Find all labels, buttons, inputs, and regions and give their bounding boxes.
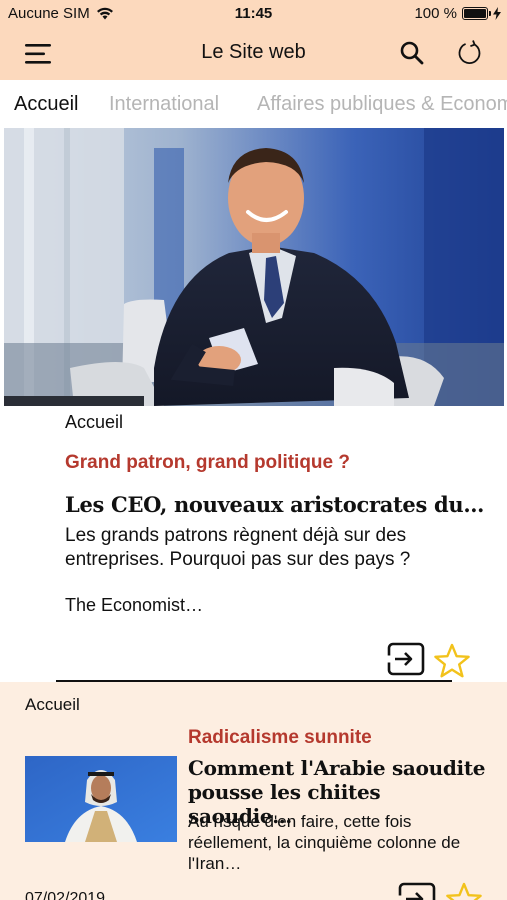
favorite-star-icon[interactable] [433, 643, 471, 679]
favorite-star-icon[interactable] [444, 882, 484, 900]
article-date: 07/02/2019 [25, 890, 106, 900]
search-icon[interactable] [398, 39, 426, 67]
article-section-label: Accueil [25, 695, 80, 714]
article-lede: Les grands patrons règnent déjà sur des … [65, 525, 411, 570]
share-icon[interactable] [387, 642, 425, 676]
tab-accueil[interactable]: Accueil [14, 93, 78, 116]
article-kicker: Radicalisme sunnite [188, 727, 372, 748]
article-kicker: Grand patron, grand politique ? [65, 452, 350, 473]
navigation-bar: Le Site web [0, 28, 507, 80]
tab-affaires-publiques[interactable]: Affaires publiques & Economie [257, 93, 507, 116]
battery-percent: 100 % [414, 5, 457, 22]
section-tabs: Accueil International Affaires publiques… [0, 80, 507, 128]
share-icon[interactable] [398, 882, 438, 900]
tab-international[interactable]: International [109, 93, 219, 116]
article-source: The Economist… [65, 595, 204, 615]
app-title: Le Site web [201, 41, 306, 63]
hero-article-image[interactable] [4, 128, 504, 406]
refresh-icon[interactable] [456, 39, 484, 67]
article-card[interactable]: Accueil Radicalisme sunnite Comment l'Ar… [0, 682, 507, 900]
battery-icon [462, 7, 491, 20]
charging-bolt-icon [493, 7, 501, 20]
status-bar: Aucune SIM 11:45 100 % [0, 0, 507, 28]
article-thumbnail[interactable] [25, 756, 177, 842]
status-battery-group: 100 % [414, 5, 501, 22]
article-title[interactable]: Les CEO, nouveaux aristocrates du… [65, 492, 484, 517]
article-lede: Au risque d'en faire, cette fois réellem… [188, 812, 461, 873]
article-card-featured[interactable]: Accueil Grand patron, grand politique ? … [0, 406, 507, 682]
hero-photo [4, 128, 504, 406]
article-section-label: Accueil [65, 412, 124, 432]
hamburger-menu-icon[interactable] [24, 40, 54, 68]
battery-level [464, 9, 486, 18]
